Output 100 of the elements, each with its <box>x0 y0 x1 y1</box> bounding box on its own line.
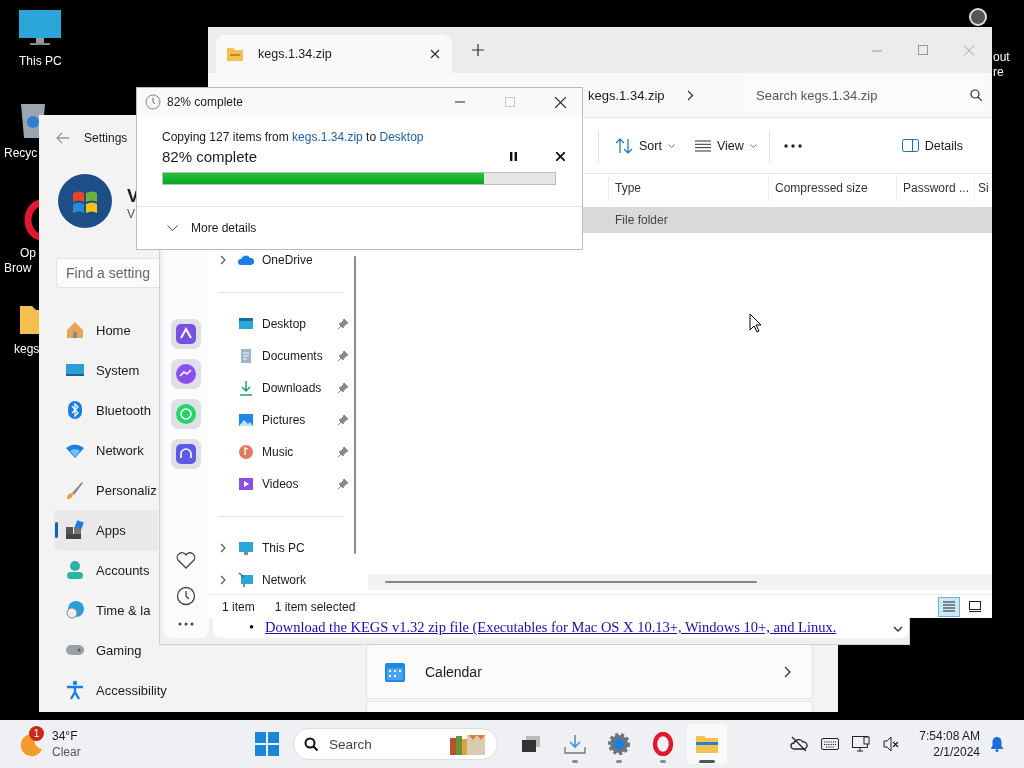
selection-count: 1 item selected <box>274 599 356 614</box>
column-header[interactable]: Si <box>974 174 992 202</box>
personalization-icon <box>65 480 85 500</box>
zip-folder-icon <box>226 46 244 62</box>
nav-item[interactable]: Music <box>208 436 348 468</box>
nav-item[interactable]: Pictures <box>208 404 348 436</box>
downloads-icon <box>238 380 254 396</box>
folder-icon <box>695 734 719 754</box>
nav-item[interactable]: Documents <box>208 340 348 372</box>
headphones-icon[interactable] <box>171 439 201 469</box>
nav-item[interactable]: Personaliz <box>54 470 158 510</box>
nav-item[interactable]: System <box>54 350 158 390</box>
close-icon <box>555 151 565 161</box>
calendar-icon <box>384 660 406 683</box>
copy-message: Copying 127 items from kegs.1.34.zip to Desktop <box>162 129 425 145</box>
nav-item[interactable]: Time & la <box>54 590 158 630</box>
nav-item[interactable]: Accessibility <box>54 670 167 710</box>
column-header[interactable]: Compressed size <box>768 174 896 202</box>
maximize-icon <box>505 97 515 107</box>
computer-icon <box>238 540 254 556</box>
progress-status: 82% complete <box>162 147 259 165</box>
chevron-right-icon <box>220 543 226 553</box>
accessibility-icon <box>65 680 85 700</box>
caret-icon <box>749 143 757 148</box>
nav-item[interactable]: Gaming <box>54 630 158 670</box>
search-input[interactable]: Find a setting <box>57 265 158 281</box>
icon-label: Brow <box>4 261 32 276</box>
more-icon[interactable] <box>178 622 194 626</box>
cursor-icon <box>749 313 763 333</box>
download-tray-icon <box>564 734 586 754</box>
documents-icon <box>238 348 254 364</box>
cloud-off-icon[interactable] <box>790 736 809 752</box>
column-header[interactable]: Password ... <box>896 174 974 202</box>
source-link[interactable]: kegs.1.34.zip <box>292 130 363 144</box>
nav-item[interactable]: Home <box>54 310 158 350</box>
heart-icon[interactable] <box>176 552 196 570</box>
settings-icon <box>607 732 631 756</box>
search-icon <box>304 736 319 752</box>
nav-item[interactable]: Apps <box>54 510 158 550</box>
weather-widget[interactable]: 1 34°F Clear <box>18 728 248 760</box>
pin-icon <box>338 415 348 425</box>
notification-badge: 1 <box>29 726 44 741</box>
apps-icon <box>65 520 85 540</box>
more-icon[interactable] <box>783 143 802 148</box>
videos-icon <box>238 476 254 492</box>
nav-item[interactable]: Desktop <box>208 308 348 340</box>
chevron-right-icon <box>784 665 792 678</box>
window-title: Settings <box>84 131 128 145</box>
nav-item[interactable]: Network <box>208 564 348 596</box>
details-button[interactable]: Details <box>893 132 971 159</box>
search-box[interactable]: Search <box>293 728 498 760</box>
address-bar[interactable]: kegs.1.34.zip <box>412 79 732 111</box>
close-icon[interactable] <box>430 49 440 59</box>
chevron-down-icon[interactable] <box>893 626 903 633</box>
temperature: 34°F <box>52 728 79 744</box>
tab[interactable]: kegs.1.34.zip <box>216 35 452 73</box>
nav-item[interactable]: Network <box>54 430 158 470</box>
list-icon <box>694 139 711 152</box>
scrollbar[interactable] <box>354 256 356 554</box>
monitor-icon[interactable] <box>18 8 62 48</box>
bell-icon[interactable] <box>990 736 1004 752</box>
icon-label: re <box>993 65 1004 80</box>
tiles-icon <box>969 601 981 612</box>
icon-label: kegs <box>14 342 40 357</box>
window-title: 82% complete <box>167 95 244 109</box>
search-box[interactable]: Find a setting <box>56 258 159 288</box>
task-view-icon <box>521 735 541 753</box>
back-arrow-icon[interactable] <box>56 132 70 144</box>
pin-icon <box>338 447 348 457</box>
nav-item[interactable]: This PC <box>208 532 348 564</box>
desktop-icon <box>238 316 254 332</box>
chevron-right-icon <box>220 255 226 265</box>
app-icon[interactable] <box>969 8 987 26</box>
search-input[interactable]: Search <box>327 735 441 753</box>
search-input[interactable]: Search kegs.1.34.zip <box>754 86 966 104</box>
new-tab-icon[interactable] <box>472 44 484 56</box>
pictures-icon <box>238 412 254 428</box>
sort-button[interactable]: Sort <box>607 131 683 160</box>
column-header[interactable]: Type <box>608 174 768 202</box>
destination-link[interactable]: Desktop <box>379 130 424 144</box>
time-icon <box>65 600 85 620</box>
nav-item[interactable]: Downloads <box>208 372 348 404</box>
keyboard-icon[interactable] <box>821 738 840 750</box>
pause-icon <box>509 151 517 161</box>
nav-item[interactable]: Videos <box>208 468 348 500</box>
nav-item[interactable]: Bluetooth <box>54 390 158 430</box>
volume-muted-icon[interactable] <box>883 736 900 752</box>
view-button[interactable]: View <box>686 132 765 159</box>
monitor-icon[interactable] <box>852 736 871 752</box>
start-icon[interactable] <box>255 732 279 756</box>
messenger-icon[interactable] <box>171 359 201 389</box>
pin-icon <box>338 319 348 329</box>
scrollbar[interactable] <box>385 581 757 583</box>
nav-item[interactable]: Accounts <box>54 550 158 590</box>
pin-icon <box>338 479 348 489</box>
download-link[interactable]: Download the KEGS v1.32 zip file (Executables for Mac OS X 10.13+, Windows 10+, and Linux. <box>265 619 837 636</box>
clock[interactable]: 7:54:08 AM 2/1/2024 <box>919 728 980 760</box>
taskbar-app-button[interactable] <box>687 724 727 764</box>
settings-card[interactable]: Calendar <box>366 644 813 699</box>
clock-icon[interactable] <box>176 586 196 606</box>
